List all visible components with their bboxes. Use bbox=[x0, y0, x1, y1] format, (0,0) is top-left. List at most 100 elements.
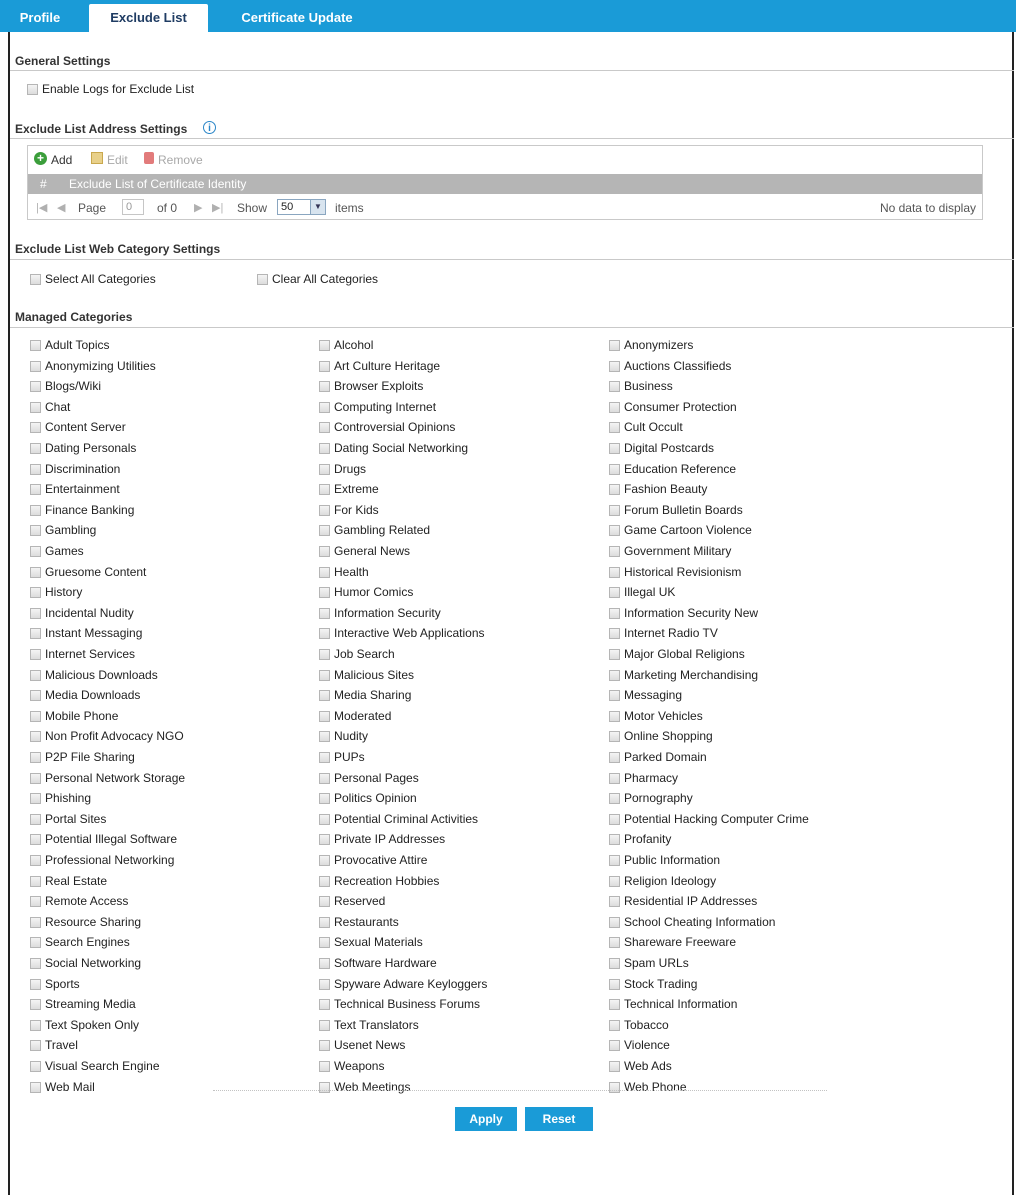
category-checkbox-anonymizers[interactable] bbox=[609, 340, 620, 351]
tab-exclude-list[interactable]: Exclude List bbox=[89, 4, 208, 32]
category-checkbox-for-kids[interactable] bbox=[319, 505, 330, 516]
tab-profile[interactable]: Profile bbox=[10, 4, 70, 32]
category-checkbox-parked-domain[interactable] bbox=[609, 752, 620, 763]
category-checkbox-technical-information[interactable] bbox=[609, 999, 620, 1010]
category-checkbox-usenet-news[interactable] bbox=[319, 1040, 330, 1051]
category-checkbox-instant-messaging[interactable] bbox=[30, 628, 41, 639]
category-checkbox-sports[interactable] bbox=[30, 979, 41, 990]
category-checkbox-internet-services[interactable] bbox=[30, 649, 41, 660]
next-page-icon[interactable]: ▶ bbox=[194, 201, 202, 214]
tab-certificate-update[interactable]: Certificate Update bbox=[232, 4, 362, 32]
category-checkbox-internet-radio-tv[interactable] bbox=[609, 628, 620, 639]
category-checkbox-finance-banking[interactable] bbox=[30, 505, 41, 516]
category-checkbox-remote-access[interactable] bbox=[30, 896, 41, 907]
category-checkbox-entertainment[interactable] bbox=[30, 484, 41, 495]
category-checkbox-dating-social-networking[interactable] bbox=[319, 443, 330, 454]
category-checkbox-malicious-sites[interactable] bbox=[319, 670, 330, 681]
add-button[interactable]: Add bbox=[51, 153, 72, 167]
clear-all-checkbox[interactable] bbox=[257, 274, 268, 285]
category-checkbox-religion-ideology[interactable] bbox=[609, 876, 620, 887]
category-checkbox-spyware-adware-keyloggers[interactable] bbox=[319, 979, 330, 990]
category-checkbox-technical-business-forums[interactable] bbox=[319, 999, 330, 1010]
category-checkbox-discrimination[interactable] bbox=[30, 464, 41, 475]
category-checkbox-violence[interactable] bbox=[609, 1040, 620, 1051]
info-icon[interactable]: i bbox=[203, 121, 216, 134]
last-page-icon[interactable]: ▶| bbox=[212, 201, 223, 214]
category-checkbox-chat[interactable] bbox=[30, 402, 41, 413]
remove-button[interactable]: Remove bbox=[158, 153, 203, 167]
category-checkbox-extreme[interactable] bbox=[319, 484, 330, 495]
category-checkbox-streaming-media[interactable] bbox=[30, 999, 41, 1010]
column-index[interactable]: # bbox=[40, 174, 47, 194]
category-checkbox-web-ads[interactable] bbox=[609, 1061, 620, 1072]
category-checkbox-visual-search-engine[interactable] bbox=[30, 1061, 41, 1072]
category-checkbox-p2p-file-sharing[interactable] bbox=[30, 752, 41, 763]
category-checkbox-media-sharing[interactable] bbox=[319, 690, 330, 701]
category-checkbox-auctions-classifieds[interactable] bbox=[609, 361, 620, 372]
category-checkbox-adult-topics[interactable] bbox=[30, 340, 41, 351]
category-checkbox-resource-sharing[interactable] bbox=[30, 917, 41, 928]
category-checkbox-general-news[interactable] bbox=[319, 546, 330, 557]
category-checkbox-illegal-uk[interactable] bbox=[609, 587, 620, 598]
apply-button[interactable]: Apply bbox=[455, 1107, 517, 1131]
category-checkbox-profanity[interactable] bbox=[609, 834, 620, 845]
category-checkbox-tobacco[interactable] bbox=[609, 1020, 620, 1031]
category-checkbox-private-ip-addresses[interactable] bbox=[319, 834, 330, 845]
category-checkbox-weapons[interactable] bbox=[319, 1061, 330, 1072]
category-checkbox-motor-vehicles[interactable] bbox=[609, 711, 620, 722]
category-checkbox-anonymizing-utilities[interactable] bbox=[30, 361, 41, 372]
category-checkbox-interactive-web-applications[interactable] bbox=[319, 628, 330, 639]
category-checkbox-pups[interactable] bbox=[319, 752, 330, 763]
category-checkbox-consumer-protection[interactable] bbox=[609, 402, 620, 413]
category-checkbox-business[interactable] bbox=[609, 381, 620, 392]
category-checkbox-provocative-attire[interactable] bbox=[319, 855, 330, 866]
category-checkbox-dating-personals[interactable] bbox=[30, 443, 41, 454]
category-checkbox-computing-internet[interactable] bbox=[319, 402, 330, 413]
category-checkbox-residential-ip-addresses[interactable] bbox=[609, 896, 620, 907]
category-checkbox-web-mail[interactable] bbox=[30, 1082, 41, 1093]
category-checkbox-portal-sites[interactable] bbox=[30, 814, 41, 825]
category-checkbox-information-security-new[interactable] bbox=[609, 608, 620, 619]
category-checkbox-potential-criminal-activities[interactable] bbox=[319, 814, 330, 825]
first-page-icon[interactable]: |◀ bbox=[36, 201, 47, 214]
category-checkbox-gruesome-content[interactable] bbox=[30, 567, 41, 578]
category-checkbox-personal-pages[interactable] bbox=[319, 773, 330, 784]
add-icon[interactable]: + bbox=[34, 152, 47, 165]
category-checkbox-school-cheating-information[interactable] bbox=[609, 917, 620, 928]
category-checkbox-major-global-religions[interactable] bbox=[609, 649, 620, 660]
page-input[interactable]: 0 bbox=[122, 199, 144, 215]
category-checkbox-malicious-downloads[interactable] bbox=[30, 670, 41, 681]
category-checkbox-gambling[interactable] bbox=[30, 525, 41, 536]
category-checkbox-education-reference[interactable] bbox=[609, 464, 620, 475]
category-checkbox-politics-opinion[interactable] bbox=[319, 793, 330, 804]
prev-page-icon[interactable]: ◀ bbox=[57, 201, 65, 214]
category-checkbox-stock-trading[interactable] bbox=[609, 979, 620, 990]
category-checkbox-moderated[interactable] bbox=[319, 711, 330, 722]
category-checkbox-nudity[interactable] bbox=[319, 731, 330, 742]
category-checkbox-personal-network-storage[interactable] bbox=[30, 773, 41, 784]
category-checkbox-real-estate[interactable] bbox=[30, 876, 41, 887]
category-checkbox-web-meetings[interactable] bbox=[319, 1082, 330, 1093]
category-checkbox-text-translators[interactable] bbox=[319, 1020, 330, 1031]
category-checkbox-search-engines[interactable] bbox=[30, 937, 41, 948]
category-checkbox-non-profit-advocacy-ngo[interactable] bbox=[30, 731, 41, 742]
category-checkbox-restaurants[interactable] bbox=[319, 917, 330, 928]
category-checkbox-messaging[interactable] bbox=[609, 690, 620, 701]
category-checkbox-online-shopping[interactable] bbox=[609, 731, 620, 742]
category-checkbox-humor-comics[interactable] bbox=[319, 587, 330, 598]
category-checkbox-spam-urls[interactable] bbox=[609, 958, 620, 969]
category-checkbox-drugs[interactable] bbox=[319, 464, 330, 475]
category-checkbox-shareware-freeware[interactable] bbox=[609, 937, 620, 948]
category-checkbox-social-networking[interactable] bbox=[30, 958, 41, 969]
category-checkbox-fashion-beauty[interactable] bbox=[609, 484, 620, 495]
category-checkbox-cult-occult[interactable] bbox=[609, 422, 620, 433]
category-checkbox-browser-exploits[interactable] bbox=[319, 381, 330, 392]
category-checkbox-mobile-phone[interactable] bbox=[30, 711, 41, 722]
category-checkbox-public-information[interactable] bbox=[609, 855, 620, 866]
category-checkbox-art-culture-heritage[interactable] bbox=[319, 361, 330, 372]
category-checkbox-professional-networking[interactable] bbox=[30, 855, 41, 866]
category-checkbox-gambling-related[interactable] bbox=[319, 525, 330, 536]
category-checkbox-content-server[interactable] bbox=[30, 422, 41, 433]
category-checkbox-text-spoken-only[interactable] bbox=[30, 1020, 41, 1031]
page-size-select[interactable]: 50 ▼ bbox=[277, 199, 326, 215]
